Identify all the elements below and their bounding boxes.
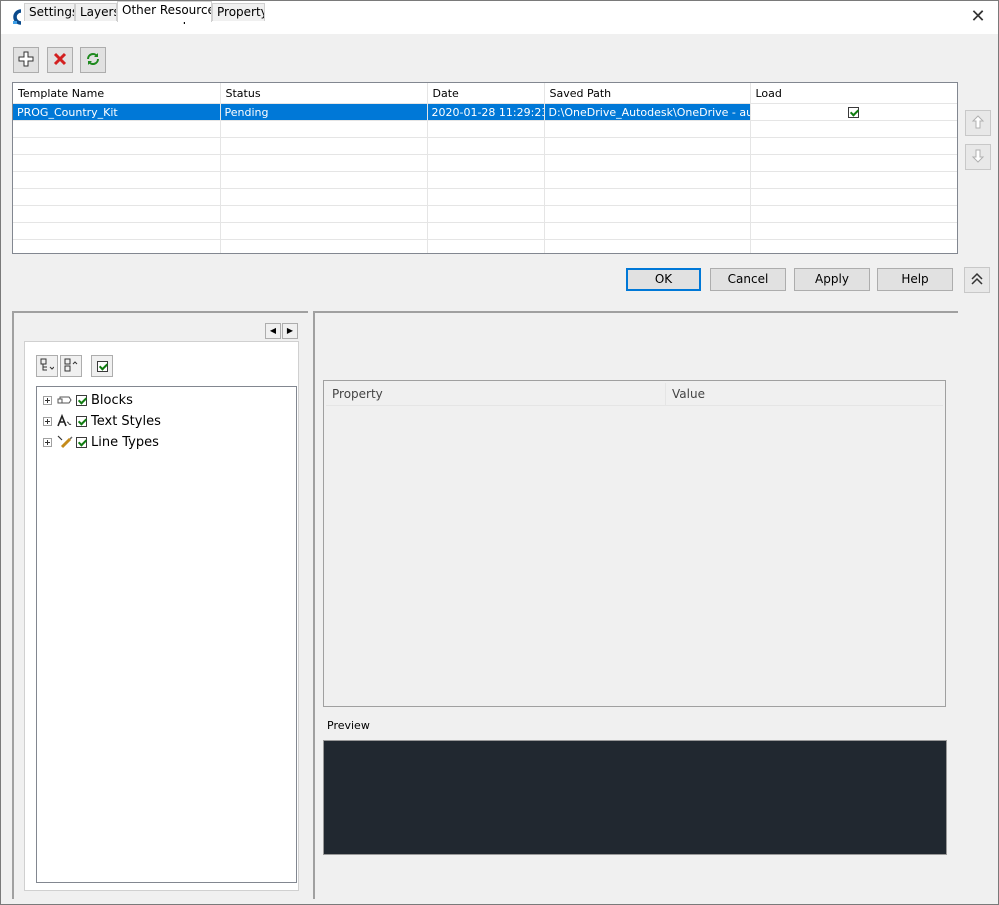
line-types-checkbox[interactable] (76, 436, 87, 448)
collapse-all-button[interactable] (60, 355, 82, 377)
tree-node-label: Text Styles (91, 413, 161, 429)
collapse-tree-icon (64, 358, 78, 375)
tab-settings[interactable]: Settings (24, 3, 75, 21)
cancel-button[interactable]: Cancel (710, 268, 786, 291)
column-value[interactable]: Value (666, 383, 943, 405)
tab-scroll-left-button[interactable]: ◀ (265, 323, 281, 339)
expand-icon[interactable] (43, 437, 52, 447)
tree-node-label: Blocks (91, 392, 133, 408)
arrow-up-icon (971, 114, 985, 132)
preview-canvas (323, 740, 947, 855)
move-up-button[interactable] (965, 110, 991, 136)
date-cell: 2020-01-28 11:29:23 (427, 103, 545, 121)
remove-template-button[interactable] (47, 47, 73, 73)
tree-node-line-types[interactable]: Line Types (43, 432, 159, 452)
column-saved-path[interactable]: Saved Path (544, 83, 751, 104)
saved-path-cell: D:\OneDrive_Autodesk\OneDrive - autodesk (544, 103, 751, 121)
load-checkbox[interactable] (848, 107, 859, 118)
template-grid[interactable]: Template Name Status Date Saved Path Loa… (12, 82, 958, 254)
collapse-button[interactable] (964, 267, 990, 293)
property-list[interactable]: Property Value (323, 380, 946, 707)
help-button[interactable]: Help (877, 268, 953, 291)
add-template-button[interactable] (13, 47, 39, 73)
expand-icon[interactable] (43, 395, 52, 405)
preview-label: Preview (327, 719, 370, 732)
tree-node-blocks[interactable]: Blocks (43, 390, 133, 410)
resources-tree[interactable]: Blocks Text Styles Line Types (36, 386, 297, 883)
table-row (13, 205, 957, 223)
tree-node-text-styles[interactable]: Text Styles (43, 411, 161, 431)
apply-button[interactable]: Apply (794, 268, 870, 291)
grid-header: Template Name Status Date Saved Path Loa… (13, 83, 957, 104)
tab-other-resources[interactable]: Other Resources (117, 1, 212, 22)
arrow-down-icon (971, 149, 985, 166)
triangle-left-icon: ◀ (269, 326, 277, 335)
table-row (13, 188, 957, 206)
app-logo-icon (10, 9, 24, 25)
ok-button[interactable]: OK (626, 268, 701, 291)
tab-property-sets[interactable]: Property Sets (212, 3, 265, 21)
column-load[interactable]: Load (750, 83, 957, 104)
plus-icon (18, 51, 34, 70)
triangle-right-icon: ▶ (286, 326, 294, 335)
dialog-window: Attach Referenced Template ✕ (0, 0, 999, 905)
refresh-icon (85, 51, 101, 70)
expand-tree-icon (40, 358, 55, 375)
expand-icon[interactable] (43, 416, 52, 426)
blocks-checkbox[interactable] (76, 394, 87, 406)
tab-scroll-right-button[interactable]: ▶ (282, 323, 298, 339)
template-name-cell[interactable]: PROG_Country_Kit (13, 103, 221, 121)
expand-all-button[interactable] (36, 355, 58, 377)
table-row (13, 222, 957, 240)
check-all-icon (96, 360, 108, 372)
move-down-button[interactable] (965, 144, 991, 170)
column-template-name[interactable]: Template Name (13, 83, 221, 104)
table-row (13, 154, 957, 172)
red-x-icon (53, 52, 67, 69)
double-chevron-up-icon (970, 272, 984, 289)
table-row (13, 171, 957, 189)
column-property[interactable]: Property (326, 383, 666, 405)
table-row (13, 239, 957, 253)
refresh-button[interactable] (80, 47, 106, 73)
column-status[interactable]: Status (220, 83, 428, 104)
table-row (13, 137, 957, 155)
tab-layers[interactable]: Layers (75, 3, 117, 21)
property-list-header: Property Value (326, 383, 943, 406)
text-styles-checkbox[interactable] (76, 415, 87, 427)
table-row[interactable]: PROG_Country_Kit Pending 2020-01-28 11:2… (13, 103, 957, 121)
load-cell[interactable] (750, 103, 957, 121)
line-type-icon (56, 435, 74, 449)
status-cell: Pending (220, 103, 428, 121)
column-date[interactable]: Date (427, 83, 545, 104)
text-style-icon (56, 414, 74, 428)
tree-node-label: Line Types (91, 434, 159, 450)
blocks-icon (56, 393, 74, 407)
close-icon[interactable]: ✕ (968, 7, 988, 27)
table-row (13, 120, 957, 138)
check-all-button[interactable] (91, 355, 113, 377)
